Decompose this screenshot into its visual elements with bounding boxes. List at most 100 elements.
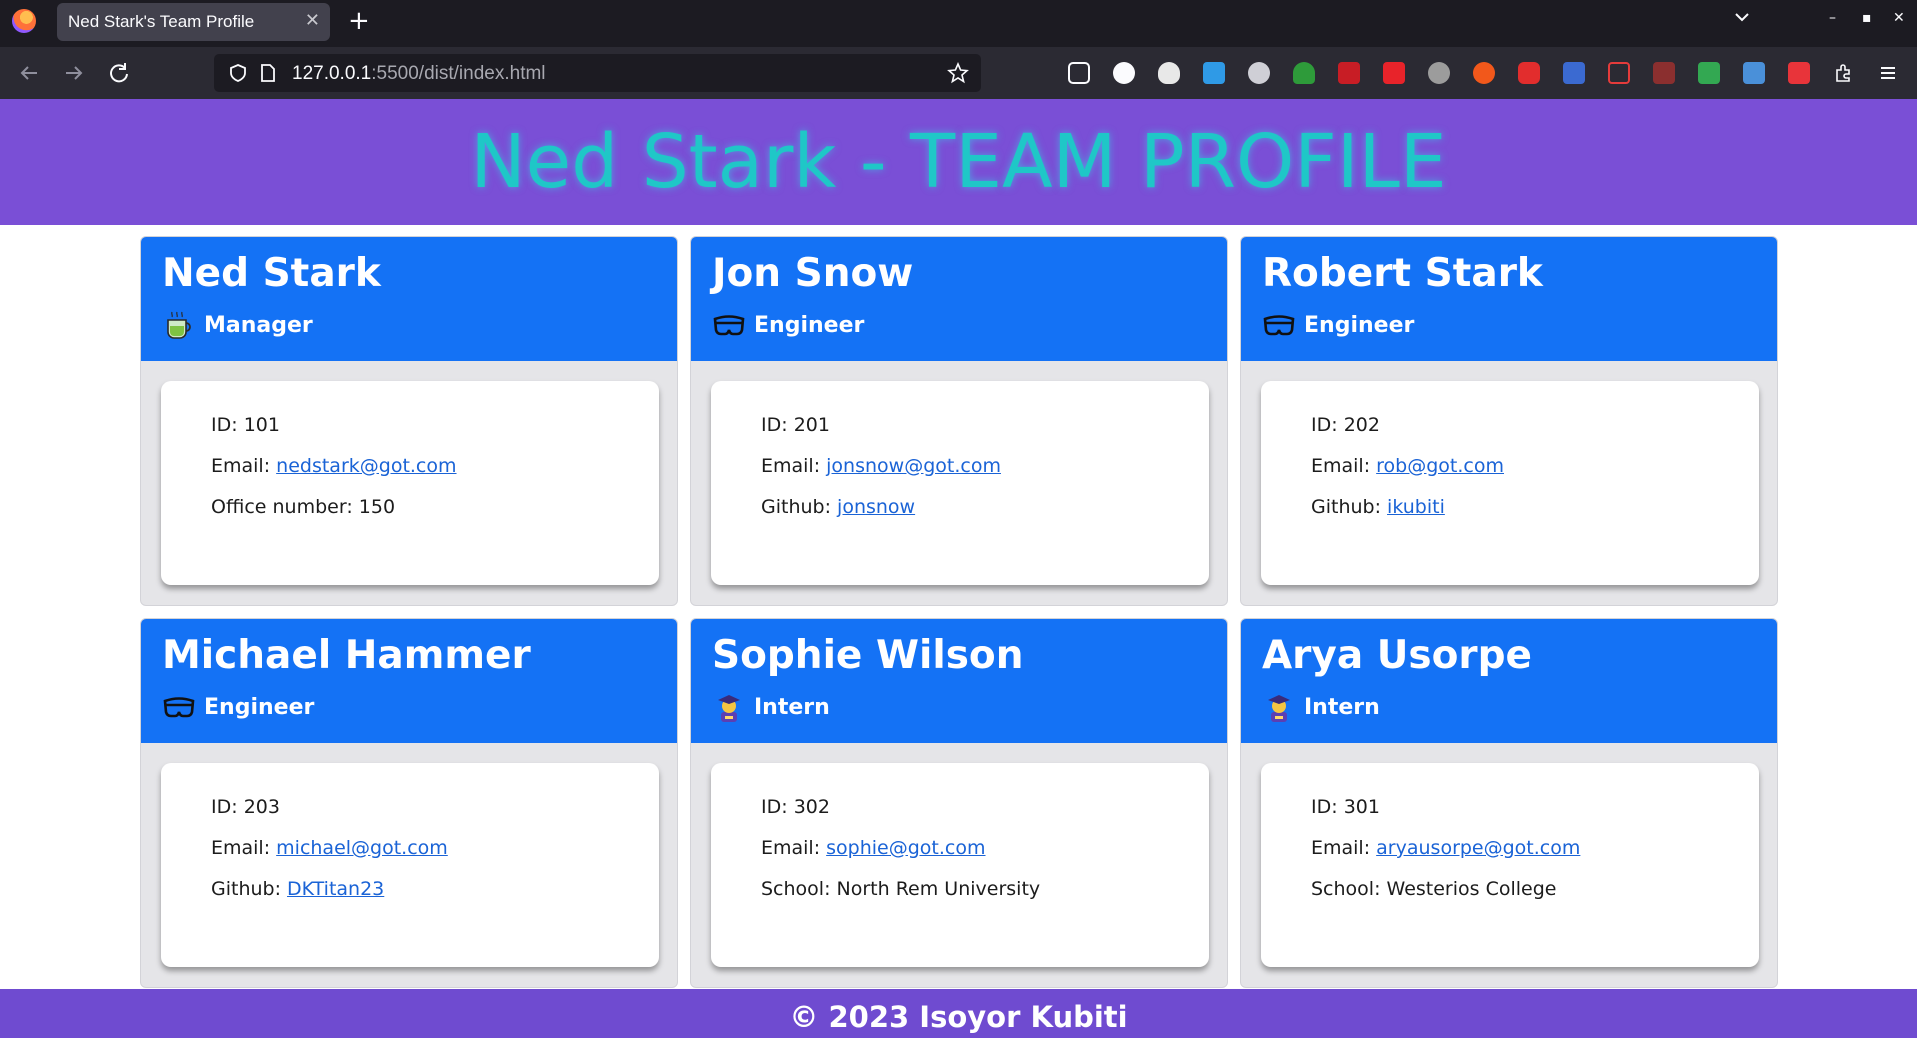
lock-extension-icon[interactable] <box>1518 62 1540 84</box>
card-details: ID: 301 Email: aryausorpe@got.com School… <box>1261 763 1759 967</box>
page-info-icon[interactable] <box>259 63 277 83</box>
info-extension-icon[interactable] <box>1113 62 1135 84</box>
browser-tab-bar: Ned Stark's Team Profile ✕ + – ▪ ✕ <box>0 0 1917 47</box>
employee-name: Jon Snow <box>712 251 914 296</box>
github-link[interactable]: ikubiti <box>1387 496 1445 518</box>
browser-tab[interactable]: Ned Stark's Team Profile ✕ <box>57 3 330 41</box>
employee-role: Manager <box>162 307 313 343</box>
forward-arrow-icon[interactable] <box>60 59 88 87</box>
new-tab-button[interactable]: + <box>348 6 370 36</box>
toggle-extension-icon[interactable] <box>1248 62 1270 84</box>
team-grid: Ned Stark Manager ID: 101 Email: nedstar… <box>140 236 1778 988</box>
url-bar[interactable]: 127.0.0.1:5500/dist/index.html <box>214 54 981 92</box>
window-minimize-button[interactable]: – <box>1829 10 1836 26</box>
menu-hamburger-icon[interactable] <box>1877 62 1899 84</box>
employee-card-3: Michael Hammer Engineer ID: 203 Email: m… <box>140 618 678 988</box>
firefox-logo-icon[interactable] <box>12 9 36 33</box>
paw-extension-icon[interactable] <box>1158 62 1180 84</box>
employee-name: Robert Stark <box>1262 251 1543 296</box>
employee-role: Engineer <box>712 307 864 343</box>
bookmark-star-icon[interactable] <box>947 62 969 84</box>
employee-github: Github: ikubiti <box>1311 496 1445 518</box>
employee-id: ID: 202 <box>1311 414 1380 436</box>
glasses-icon <box>162 690 196 724</box>
role-label: Intern <box>1304 694 1380 720</box>
employee-id: ID: 302 <box>761 796 830 818</box>
card-header: Michael Hammer Engineer <box>141 619 677 743</box>
list-all-tabs-icon[interactable] <box>1733 8 1751 26</box>
employee-card-4: Sophie Wilson Intern ID: 302 Email: soph… <box>690 618 1228 988</box>
window-close-button[interactable]: ✕ <box>1893 10 1905 26</box>
email-link[interactable]: michael@got.com <box>276 837 448 859</box>
back-arrow-icon[interactable] <box>15 59 43 87</box>
role-label: Intern <box>754 694 830 720</box>
list-extension-icon[interactable] <box>1563 62 1585 84</box>
card-details: ID: 302 Email: sophie@got.com School: No… <box>711 763 1209 967</box>
employee-name: Arya Usorpe <box>1262 633 1533 678</box>
student-icon <box>712 690 746 724</box>
employee-email: Email: jonsnow@got.com <box>761 455 1001 477</box>
tab-close-icon[interactable]: ✕ <box>305 10 320 31</box>
employee-github: Github: jonsnow <box>761 496 916 518</box>
eye-extension-icon[interactable] <box>1428 62 1450 84</box>
url-path: :5500/dist/index.html <box>371 63 546 84</box>
extensions-puzzle-icon[interactable] <box>1833 62 1855 84</box>
pen-extension-icon[interactable] <box>1383 62 1405 84</box>
tracking-shield-icon[interactable] <box>228 63 248 83</box>
card-header: Sophie Wilson Intern <box>691 619 1227 743</box>
employee-role: Engineer <box>1262 307 1414 343</box>
card-details: ID: 202 Email: rob@got.com Github: ikubi… <box>1261 381 1759 585</box>
github-link[interactable]: jonsnow <box>837 496 915 518</box>
employee-email: Email: sophie@got.com <box>761 837 986 859</box>
url-text: 127.0.0.1:5500/dist/index.html <box>292 63 546 85</box>
role-label: Manager <box>204 312 313 338</box>
employee-school: School: North Rem University <box>761 878 1041 900</box>
card-details: ID: 201 Email: jonsnow@got.com Github: j… <box>711 381 1209 585</box>
page-header: Ned Stark - TEAM PROFILE <box>0 99 1917 225</box>
email-link[interactable]: jonsnow@got.com <box>826 455 1001 477</box>
employee-role: Intern <box>712 689 830 725</box>
email-link[interactable]: nedstark@got.com <box>276 455 456 477</box>
url-host: 127.0.0.1 <box>292 63 372 84</box>
window-maximize-button[interactable]: ▪ <box>1862 10 1872 26</box>
save-extension-icon[interactable] <box>1788 62 1810 84</box>
employee-id: ID: 201 <box>761 414 830 436</box>
email-link[interactable]: aryausorpe@got.com <box>1376 837 1580 859</box>
card-header: Ned Stark Manager <box>141 237 677 361</box>
page-footer: © 2023 Isoyor Kubiti <box>0 989 1917 1038</box>
card-header: Jon Snow Engineer <box>691 237 1227 361</box>
role-label: Engineer <box>754 312 865 338</box>
card-details: ID: 101 Email: nedstark@got.com Office n… <box>161 381 659 585</box>
employee-role: Engineer <box>162 689 314 725</box>
browser-nav-bar: 127.0.0.1:5500/dist/index.html <box>0 47 1917 99</box>
employee-school: School: Westerios College <box>1311 878 1557 900</box>
pocket-icon[interactable] <box>1068 62 1090 84</box>
employee-card-5: Arya Usorpe Intern ID: 301 Email: aryaus… <box>1240 618 1778 988</box>
employee-email: Email: michael@got.com <box>211 837 448 859</box>
tab-title: Ned Stark's Team Profile <box>68 12 255 31</box>
email-link[interactable]: sophie@got.com <box>826 837 985 859</box>
hd-extension-icon[interactable] <box>1608 62 1630 84</box>
employee-card-0: Ned Stark Manager ID: 101 Email: nedstar… <box>140 236 678 606</box>
employee-name: Michael Hammer <box>162 633 531 678</box>
reload-icon[interactable] <box>105 59 133 87</box>
camera-extension-icon[interactable] <box>1743 62 1765 84</box>
employee-office: Office number: 150 <box>211 496 396 518</box>
tree-extension-icon[interactable] <box>1293 62 1315 84</box>
github-link[interactable]: DKTitan23 <box>287 878 384 900</box>
ublock-icon[interactable] <box>1338 62 1360 84</box>
email-link[interactable]: rob@got.com <box>1376 455 1504 477</box>
employee-card-1: Jon Snow Engineer ID: 201 Email: jonsnow… <box>690 236 1228 606</box>
role-label: Engineer <box>204 694 315 720</box>
yd-extension-icon[interactable] <box>1653 62 1675 84</box>
glasses-icon <box>712 308 746 342</box>
card-header: Arya Usorpe Intern <box>1241 619 1777 743</box>
employee-name: Ned Stark <box>162 251 381 296</box>
role-label: Engineer <box>1304 312 1415 338</box>
download-extension-icon[interactable] <box>1698 62 1720 84</box>
student-icon <box>1262 690 1296 724</box>
tea-cup-icon <box>162 308 196 342</box>
duckduckgo-icon[interactable] <box>1473 62 1495 84</box>
employee-email: Email: aryausorpe@got.com <box>1311 837 1581 859</box>
badge-extension-icon[interactable] <box>1203 62 1225 84</box>
